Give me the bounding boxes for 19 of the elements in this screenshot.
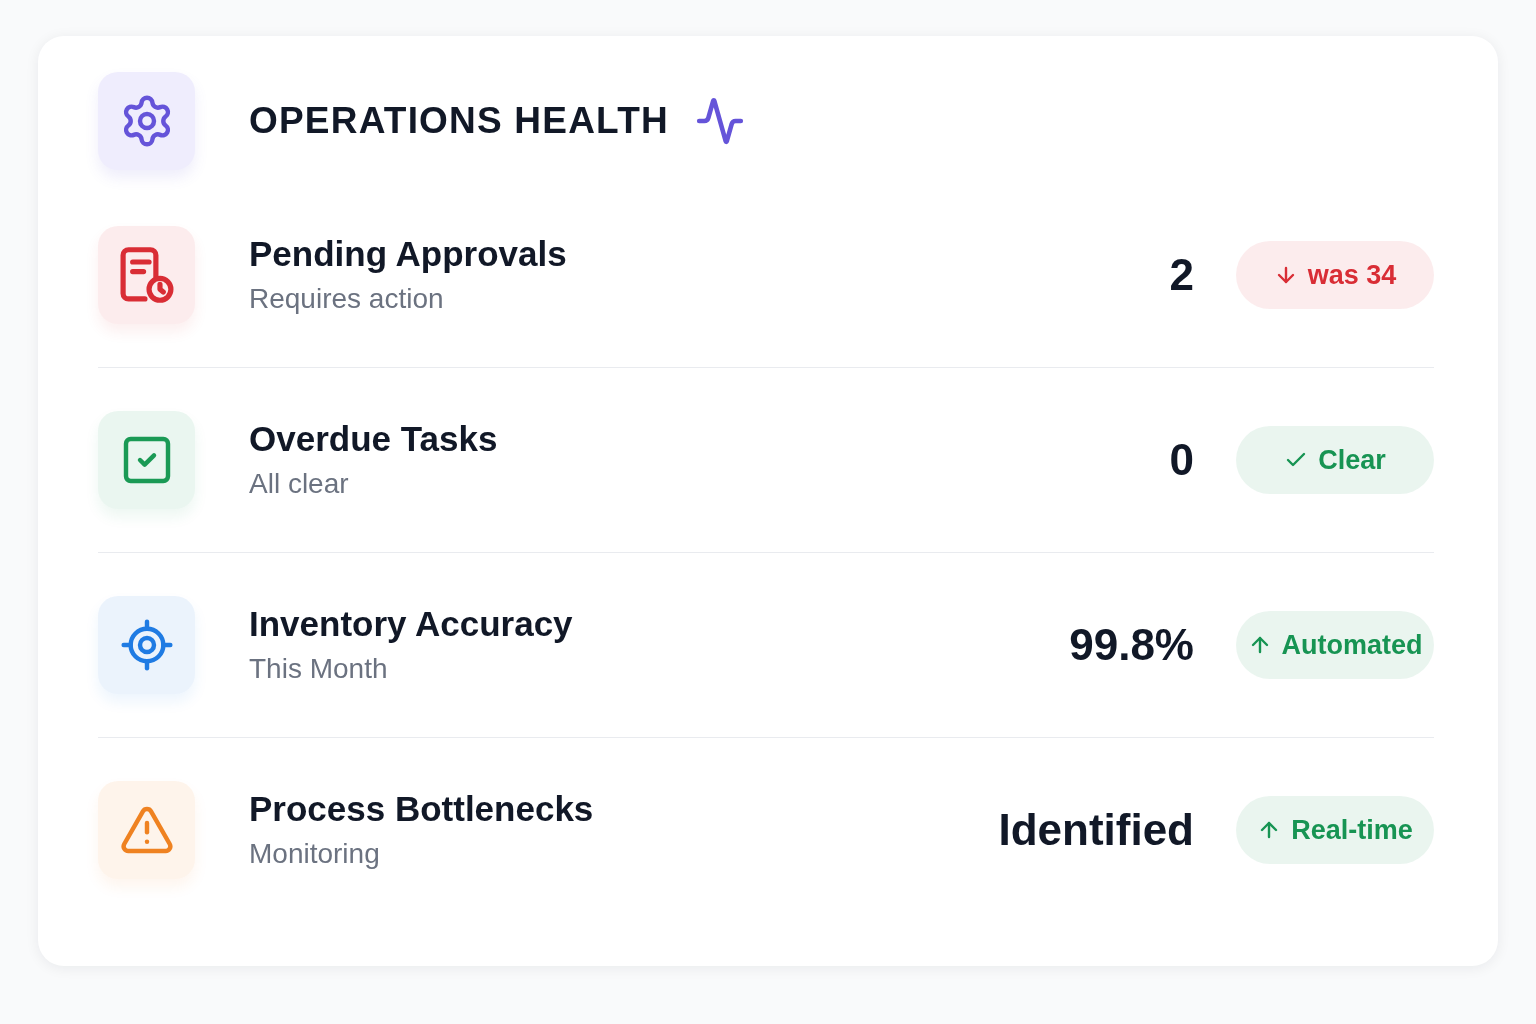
- metric-value: 99.8%: [1069, 620, 1194, 670]
- metric-value: Identified: [998, 805, 1194, 855]
- metric-subtitle: This Month: [249, 652, 388, 686]
- status-text: Automated: [1281, 629, 1423, 661]
- pulse-icon: [694, 96, 745, 146]
- metric-title: Inventory Accuracy: [249, 603, 573, 645]
- status-text: was 34: [1307, 259, 1397, 291]
- metric-value: 2: [1169, 250, 1194, 300]
- card-title: OPERATIONS HEALTH: [249, 100, 669, 142]
- metric-title: Overdue Tasks: [249, 418, 498, 460]
- metric-subtitle: All clear: [249, 467, 349, 501]
- gear-icon: [98, 72, 195, 170]
- metric-subtitle: Requires action: [249, 282, 444, 316]
- status-text: Real-time: [1291, 814, 1413, 846]
- metric-title: Process Bottlenecks: [249, 788, 594, 830]
- metric-value: 0: [1169, 435, 1194, 485]
- metric-subtitle: Monitoring: [249, 837, 380, 871]
- status-text: Clear: [1318, 444, 1386, 476]
- metric-title: Pending Approvals: [249, 233, 567, 275]
